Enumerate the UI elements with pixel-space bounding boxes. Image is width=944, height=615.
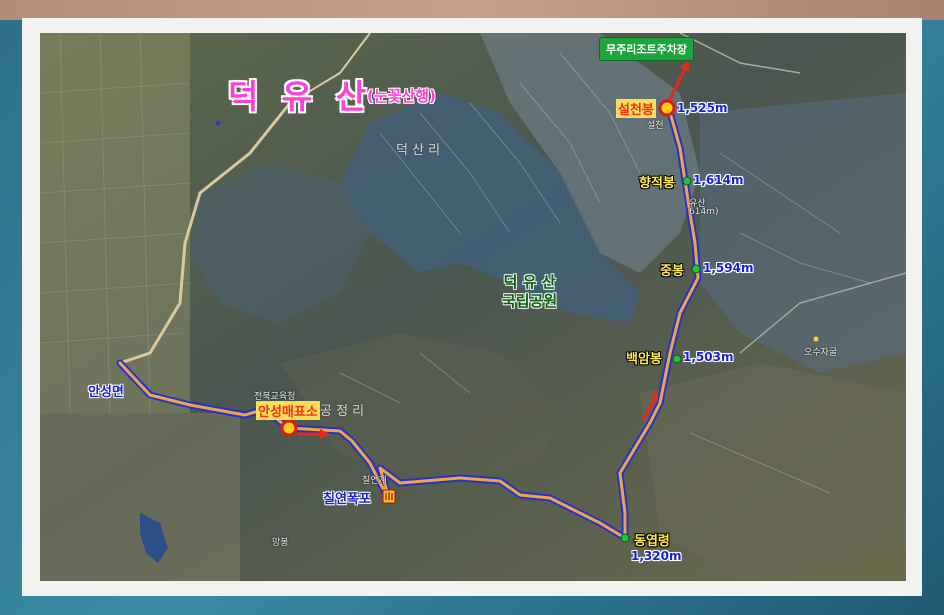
point-elevation-baegambong: 1,503m	[683, 350, 734, 364]
label-mangbong: 망봉	[272, 538, 289, 548]
point-elevation-seolcheonbong: 1,525m	[677, 101, 728, 115]
parking-sign[interactable]: 무주리조트주차장	[599, 37, 694, 61]
park-label-line1: 덕 유 산	[503, 273, 556, 291]
park-label: 덕 유 산 국립공원	[502, 273, 557, 311]
map-subtitle: (눈꽃산행)	[367, 87, 436, 105]
point-elevation-jungbong: 1,594m	[703, 261, 754, 275]
marker-seolcheonbong	[658, 99, 676, 117]
point-name-jungbong[interactable]: 중봉	[660, 260, 684, 279]
point-name-chilyeon-falls[interactable]: 칠연폭포	[323, 488, 371, 507]
map-title: 덕 유 산	[228, 77, 373, 116]
marker-anseong-ticket	[280, 419, 298, 437]
marker-baegambong	[672, 354, 682, 364]
frame-top-band	[0, 0, 944, 20]
farmland	[40, 413, 240, 581]
map-panel[interactable]: 덕 유 산 (눈꽃산행) 무주리조트주차장 덕 유 산 국립공원 설천봉 1,5…	[40, 33, 906, 581]
point-elevation-dongyeopryeong: 1,320m	[631, 549, 682, 563]
point-name-anseong-ticket[interactable]: 안성매표소	[256, 401, 320, 420]
farmland	[40, 33, 190, 413]
label-gongjeongri: 공 정 리	[320, 404, 365, 419]
label-deoksanri: 덕 산 리	[396, 143, 441, 158]
place-anseongmyeon[interactable]: 안성면	[88, 381, 124, 400]
point-name-baegambong[interactable]: 백암봉	[626, 348, 662, 367]
marker-jungbong	[691, 264, 701, 274]
label-yusan-elev-small: 614m)	[689, 207, 719, 217]
label-education-office: 전북교육청	[254, 392, 296, 402]
point-name-dongyeopryeong[interactable]: 동엽령	[634, 530, 670, 549]
point-name-hyangjeokbong[interactable]: 향적봉	[639, 172, 675, 191]
poi-dot	[215, 120, 221, 126]
marker-hyangjeokbong	[682, 176, 692, 186]
point-name-seolcheonbong[interactable]: 설천봉	[616, 99, 656, 118]
label-seolcheon-small: 설천	[647, 121, 664, 131]
label-chilyeongye: 칠연계	[362, 476, 387, 486]
satellite-terrain	[40, 33, 906, 581]
park-label-line2: 국립공원	[502, 292, 558, 310]
marker-dongyeopryeong	[620, 533, 630, 543]
poi-dot	[812, 335, 820, 343]
label-osujagul: 오수자굴	[804, 348, 838, 358]
point-elevation-hyangjeokbong: 1,614m	[693, 173, 744, 187]
